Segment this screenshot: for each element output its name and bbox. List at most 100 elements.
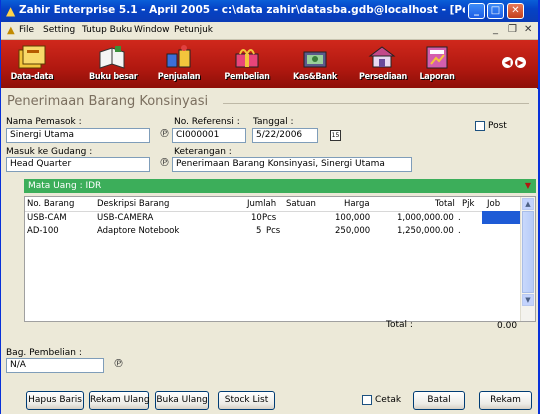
warehouse-input[interactable]: Head Quarter [6, 157, 150, 172]
scroll-thumb[interactable] [522, 211, 534, 293]
col-no-barang[interactable]: No. Barang [27, 199, 74, 209]
cell-total: 1,000,000.00 [397, 213, 454, 223]
mdi-close-button[interactable]: ✕ [524, 24, 532, 35]
menu-file[interactable]: File [19, 25, 34, 35]
menu-petunjuk[interactable]: Petunjuk [174, 25, 213, 35]
toolbar-label: Persediaan [359, 72, 407, 82]
page-title: Penerimaan Barang Konsinyasi [7, 94, 209, 109]
toolbar-label: Data-data [10, 72, 54, 82]
dept-lookup-icon[interactable]: ℗ [113, 357, 124, 370]
cell-unit: Pcs [262, 213, 277, 223]
toolbar-data-data[interactable]: Data-data [9, 44, 55, 86]
reopen-button[interactable]: Buka Ulang [155, 391, 209, 410]
table-scrollbar[interactable]: ▲ ▼ [520, 197, 535, 321]
toolbar-label: Kas&Bank [292, 72, 337, 82]
cell-unit: Pcs [266, 226, 281, 236]
notes-label: Keterangan : [174, 147, 232, 157]
toolbar-label: Buku besar [89, 72, 138, 82]
col-harga[interactable]: Harga [344, 199, 370, 209]
dept-input[interactable]: N/A [6, 358, 104, 373]
menu-window[interactable]: Window [134, 25, 170, 35]
toolbar-laporan[interactable]: Laporan [414, 44, 460, 86]
action-bar: Hapus Baris Rekam Ulang Buka Ulang Stock… [1, 386, 538, 414]
report-book-icon [426, 46, 448, 69]
items-table: No. Barang Deskripsi Barang Jumlah Satua… [24, 196, 536, 322]
cell-qty: 5 [256, 226, 262, 236]
toolbar-persediaan[interactable]: Persediaan [359, 44, 407, 86]
cell-desc: Adaptore Notebook [97, 226, 180, 236]
maximize-button[interactable]: □ [487, 3, 504, 19]
reference-input[interactable]: CI000001 [172, 128, 246, 143]
app-logo-icon: ▲ [6, 4, 16, 18]
toolbar-pembelian[interactable]: Pembelian [224, 44, 270, 86]
print-label: Cetak [375, 395, 402, 405]
cell-price: 100,000 [335, 213, 371, 223]
calendar-icon[interactable]: 15 [330, 130, 341, 141]
supplier-lookup-icon[interactable]: ℗ [159, 127, 170, 140]
notes-input[interactable]: Penerimaan Barang Konsinyasi, Sinergi Ut… [172, 157, 412, 172]
folders-icon [18, 45, 46, 69]
currency-bar[interactable]: Mata Uang : IDR ▼ [24, 179, 536, 193]
form-panel: Penerimaan Barang Konsinyasi Nama Pemaso… [1, 89, 538, 414]
cell-tax: . [458, 213, 461, 223]
total-value: 0.00 [497, 321, 518, 331]
cell-qty: 10 [251, 213, 262, 223]
col-pjk[interactable]: Pjk [462, 199, 474, 209]
col-job[interactable]: Job [487, 199, 500, 209]
table-header: No. Barang Deskripsi Barang Jumlah Satua… [25, 197, 521, 212]
col-satuan[interactable]: Satuan [286, 199, 316, 209]
save-button[interactable]: Rekam [479, 391, 532, 410]
bank-cash-icon [303, 51, 327, 68]
cell-no: AD-100 [27, 226, 59, 236]
col-total[interactable]: Total [435, 199, 455, 209]
minimize-button[interactable]: _ [468, 3, 485, 19]
post-checkbox[interactable] [475, 121, 485, 131]
ledger-book-icon [99, 46, 125, 69]
scroll-down-icon[interactable]: ▼ [522, 294, 534, 306]
toolbar-label: Penjualan [157, 72, 201, 82]
save-again-button[interactable]: Rekam Ulang [89, 391, 150, 410]
cell-no: USB-CAM [27, 213, 67, 223]
title-bar[interactable]: ▲ Zahir Enterprise 5.1 - April 2005 - c:… [1, 0, 538, 22]
cell-tax: . [458, 226, 461, 236]
scroll-up-icon[interactable]: ▲ [522, 198, 534, 210]
print-checkbox[interactable] [362, 395, 372, 405]
table-row[interactable]: USB-CAM USB-CAMERA 10 Pcs 100,000 1,000,… [25, 211, 521, 224]
delete-row-button[interactable]: Hapus Baris [26, 391, 84, 410]
total-label: Total : [386, 320, 413, 330]
window-title: Zahir Enterprise 5.1 - April 2005 - c:\d… [19, 4, 465, 16]
col-jumlah[interactable]: Jumlah [247, 199, 276, 209]
mdi-restore-button[interactable]: ❐ [508, 24, 517, 35]
close-button[interactable]: ✕ [507, 3, 524, 19]
supplier-input[interactable]: Sinergi Utama [6, 128, 150, 143]
cancel-button[interactable]: Batal [413, 391, 465, 410]
mdi-minimize-button[interactable]: _ [493, 24, 498, 35]
warehouse-label: Masuk ke Gudang : [6, 147, 93, 157]
menu-setting[interactable]: Setting [43, 25, 75, 35]
table-row[interactable]: AD-100 Adaptore Notebook 5 Pcs 250,000 1… [25, 224, 521, 237]
toolbar-prev-button[interactable]: ◀ [502, 57, 513, 68]
currency-label: Mata Uang : IDR [28, 181, 102, 191]
toolbar-kas-bank[interactable]: Kas&Bank [292, 44, 338, 86]
cell-total: 1,250,000.00 [397, 226, 454, 236]
post-label: Post [488, 121, 507, 131]
toolbar-next-button[interactable]: ▶ [515, 57, 526, 68]
app-window: ▲ Zahir Enterprise 5.1 - April 2005 - c:… [0, 0, 540, 414]
title-divider [223, 103, 529, 104]
warehouse-lookup-icon[interactable]: ℗ [159, 156, 170, 169]
inventory-house-icon [368, 46, 396, 68]
supplier-label: Nama Pemasok : [6, 117, 82, 127]
col-deskripsi[interactable]: Deskripsi Barang [97, 199, 169, 209]
toolbar-penjualan[interactable]: Penjualan [156, 44, 202, 86]
app-menu-icon[interactable]: ▲ [7, 25, 15, 36]
menu-bar: ▲ File Setting Tutup Buku Window Petunju… [1, 22, 538, 40]
sales-shopping-icon [166, 45, 191, 68]
date-input[interactable]: 5/22/2006 [252, 128, 318, 143]
purchase-gift-icon [235, 49, 259, 68]
menu-tutup-buku[interactable]: Tutup Buku [82, 25, 132, 35]
module-toolbar: Data-data Buku besar Penjualan Pembelian… [1, 40, 538, 88]
collapse-arrow-icon[interactable]: ▼ [525, 181, 531, 190]
toolbar-buku-besar[interactable]: Buku besar [89, 44, 138, 86]
dept-label: Bag. Pembelian : [6, 348, 82, 358]
stock-list-button[interactable]: Stock List [218, 391, 275, 410]
